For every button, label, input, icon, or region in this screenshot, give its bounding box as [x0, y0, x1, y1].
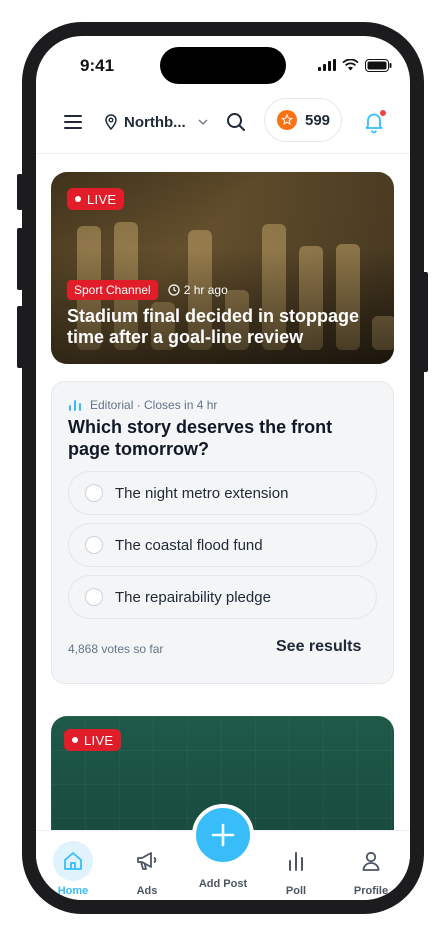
live-dot-icon: [75, 196, 81, 202]
status-icons: [318, 58, 392, 72]
featured-story-card[interactable]: LIVE Sport Channel 2 hr ago Stadium fina…: [51, 172, 394, 364]
live-label: LIVE: [84, 732, 114, 748]
tab-ads[interactable]: Ads: [111, 831, 183, 900]
live-dot-icon: [72, 737, 78, 743]
screen: 9:41 Northb... 599 LIVE Sport Channel 2 …: [36, 36, 410, 900]
signal-icon: [318, 59, 336, 71]
poll-card: Editorial · Closes in 4 hr Which story d…: [51, 381, 394, 684]
tab-label: Profile: [353, 885, 389, 897]
poll-option[interactable]: The coastal flood fund: [68, 523, 377, 567]
add-post-button[interactable]: [192, 804, 254, 866]
tab-home[interactable]: Home: [37, 831, 109, 900]
time-ago-label: 2 hr ago: [183, 283, 228, 297]
live-label: LIVE: [87, 191, 117, 207]
bar-chart-icon: [69, 400, 81, 411]
points-value: 599: [305, 111, 331, 129]
plus-icon: [211, 823, 235, 847]
live-badge: LIVE: [67, 188, 125, 210]
device-frame: 9:41 Northb... 599 LIVE Sport Channel 2 …: [0, 0, 445, 936]
location-pin-icon: [105, 114, 117, 130]
dynamic-island: [160, 47, 286, 84]
home-icon: [64, 852, 82, 870]
radio-button[interactable]: [85, 484, 103, 502]
clock-icon: [168, 284, 180, 296]
tab-label: Home: [57, 885, 89, 897]
search-icon[interactable]: [224, 110, 248, 134]
add-post-label: Add Post: [198, 878, 248, 890]
tab-label: Poll: [285, 885, 307, 897]
poll-meta-label: Editorial · Closes in 4 hr: [90, 398, 218, 412]
tab-label: Ads: [136, 885, 158, 897]
notifications-button[interactable]: [362, 109, 387, 134]
tab-poll[interactable]: Poll: [260, 831, 332, 900]
live-badge: LIVE: [64, 729, 122, 751]
location-label: Northb...: [124, 113, 186, 131]
radio-button[interactable]: [85, 536, 103, 554]
battery-icon: [365, 58, 392, 72]
story-meta: Sport Channel 2 hr ago: [67, 280, 228, 300]
menu-button[interactable]: [64, 112, 84, 132]
category-chip[interactable]: Sport Channel: [67, 280, 158, 300]
bar-chart-icon: [289, 852, 303, 871]
poll-option-label: The coastal flood fund: [115, 536, 263, 554]
poll-option-label: The repairability pledge: [115, 588, 271, 606]
poll-question: Which story deserves the front page tomo…: [68, 417, 333, 459]
poll-option[interactable]: The repairability pledge: [68, 575, 377, 619]
status-time: 9:41: [80, 56, 115, 75]
tab-profile[interactable]: Profile: [335, 831, 407, 900]
menu-icon: [64, 115, 82, 117]
radio-button[interactable]: [85, 588, 103, 606]
vote-count: 4,868 votes so far: [68, 642, 164, 656]
story-headline: Stadium final decided in stoppage time a…: [67, 306, 360, 347]
status-bar: 9:41: [36, 36, 410, 92]
chevron-down-icon: [198, 119, 208, 125]
top-app-bar: Northb... 599: [36, 98, 410, 154]
wifi-icon: [342, 59, 359, 71]
poll-option-label: The night metro extension: [115, 484, 289, 502]
user-icon: [362, 851, 380, 871]
megaphone-icon: [137, 852, 157, 870]
location-selector[interactable]: Northb...: [104, 110, 208, 134]
phone-body: 9:41 Northb... 599 LIVE Sport Channel 2 …: [22, 22, 424, 914]
poll-meta: Editorial · Closes in 4 hr: [68, 398, 217, 412]
points-pill[interactable]: 599: [264, 98, 342, 142]
time-ago: 2 hr ago: [168, 283, 228, 297]
star-coin-icon: [277, 110, 297, 130]
notification-dot: [379, 109, 387, 117]
see-results-button[interactable]: See results: [276, 638, 361, 656]
poll-option[interactable]: The night metro extension: [68, 471, 377, 515]
